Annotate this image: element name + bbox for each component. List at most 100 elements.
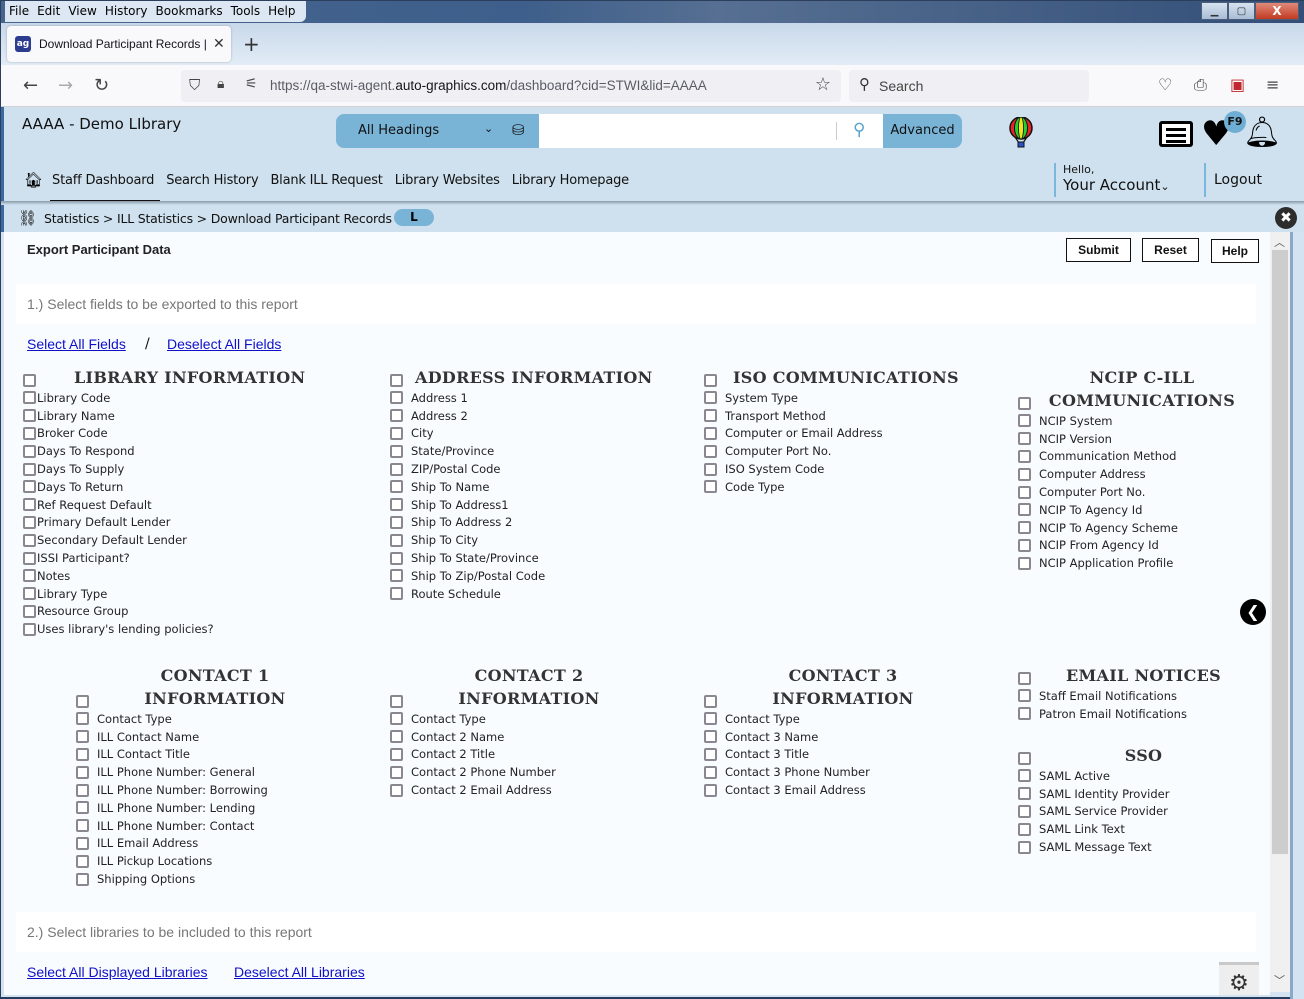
group-checkbox-iso[interactable] bbox=[704, 374, 717, 387]
field-checkbox[interactable] bbox=[1018, 503, 1031, 517]
field-checkbox[interactable] bbox=[390, 409, 403, 423]
field-checkbox[interactable] bbox=[23, 462, 36, 476]
field-checkbox[interactable] bbox=[390, 551, 403, 565]
list-icon[interactable] bbox=[1159, 121, 1193, 147]
window-close-button[interactable]: X bbox=[1255, 2, 1299, 20]
field-checkbox[interactable] bbox=[704, 409, 717, 423]
field-checkbox[interactable] bbox=[390, 747, 403, 761]
breadcrumb-pill[interactable]: L bbox=[394, 209, 434, 226]
field-checkbox[interactable] bbox=[76, 872, 89, 886]
field-option[interactable]: Library Type bbox=[23, 585, 363, 603]
field-checkbox[interactable] bbox=[390, 783, 403, 797]
field-checkbox[interactable] bbox=[1018, 521, 1031, 535]
tab-close-icon[interactable]: ✕ bbox=[213, 36, 225, 52]
field-option[interactable]: Contact 2 Phone Number bbox=[390, 763, 690, 781]
settings-gear-icon[interactable]: ⚙ bbox=[1219, 962, 1259, 995]
menu-edit[interactable]: Edit bbox=[33, 1, 64, 22]
field-option[interactable]: ILL Phone Number: Contact bbox=[76, 817, 376, 835]
field-checkbox[interactable] bbox=[1018, 538, 1031, 552]
field-checkbox[interactable] bbox=[390, 730, 403, 744]
help-button[interactable]: Help bbox=[1211, 239, 1259, 263]
hot-air-balloon-icon[interactable] bbox=[1009, 117, 1033, 149]
content-scrollbar[interactable]: ︿ ﹀ bbox=[1270, 232, 1290, 992]
field-checkbox[interactable] bbox=[390, 765, 403, 779]
collapse-panel-chevron-left-icon[interactable]: ❮ bbox=[1240, 599, 1266, 625]
field-checkbox[interactable] bbox=[390, 391, 403, 405]
field-checkbox[interactable] bbox=[1018, 840, 1031, 854]
field-option[interactable]: Contact 3 Title bbox=[704, 746, 1004, 764]
field-option[interactable]: Broker Code bbox=[23, 425, 363, 443]
scroll-down-icon[interactable]: ﹀ bbox=[1274, 972, 1285, 988]
field-option[interactable]: Ship To State/Province bbox=[390, 549, 690, 567]
field-option[interactable]: Transport Method bbox=[704, 407, 1004, 425]
field-option[interactable]: Secondary Default Lender bbox=[23, 531, 363, 549]
deselect-all-libraries-link[interactable]: Deselect All Libraries bbox=[234, 964, 365, 980]
forward-icon[interactable]: → bbox=[58, 75, 73, 96]
browser-tab-active[interactable]: ag Download Participant Records | Aut ✕ bbox=[7, 26, 231, 62]
field-option[interactable]: Contact 3 Name bbox=[704, 728, 1004, 746]
group-checkbox-email[interactable] bbox=[1018, 672, 1031, 685]
field-option[interactable]: Ship To Name bbox=[390, 478, 690, 496]
field-option[interactable]: Primary Default Lender bbox=[23, 514, 363, 532]
scroll-up-icon[interactable]: ︿ bbox=[1274, 234, 1285, 250]
field-option[interactable]: Ship To Address1 bbox=[390, 496, 690, 514]
menu-file[interactable]: File bbox=[5, 1, 33, 22]
field-checkbox[interactable] bbox=[1018, 449, 1031, 463]
field-checkbox[interactable] bbox=[1018, 707, 1031, 721]
chevron-down-icon[interactable]: ⌄ bbox=[1160, 180, 1169, 193]
field-checkbox[interactable] bbox=[1018, 432, 1031, 446]
field-option[interactable]: Days To Return bbox=[23, 478, 363, 496]
field-option[interactable]: Computer Port No. bbox=[1018, 483, 1258, 501]
menu-view[interactable]: View bbox=[64, 1, 100, 22]
field-checkbox[interactable] bbox=[23, 569, 36, 583]
permissions-icon[interactable]: ⚟ bbox=[245, 76, 258, 92]
url-text[interactable]: https://qa-stwi-agent.auto-graphics.com/… bbox=[270, 78, 707, 93]
field-option[interactable]: ILL Email Address bbox=[76, 835, 376, 853]
close-page-icon[interactable]: ✖ bbox=[1275, 207, 1297, 229]
field-option[interactable]: Contact Type bbox=[704, 710, 1004, 728]
nav-library-websites[interactable]: Library Websites bbox=[395, 173, 500, 188]
field-checkbox[interactable] bbox=[76, 712, 89, 726]
search-icon[interactable]: ⚲ bbox=[853, 120, 865, 140]
field-checkbox[interactable] bbox=[1018, 556, 1031, 570]
reload-icon[interactable]: ↻ bbox=[94, 75, 109, 96]
menu-tools[interactable]: Tools bbox=[227, 1, 265, 22]
field-option[interactable]: NCIP System bbox=[1018, 412, 1258, 430]
home-icon[interactable]: 🏠︎ bbox=[24, 171, 43, 189]
database-icon[interactable]: ⛁ bbox=[512, 121, 525, 139]
field-checkbox[interactable] bbox=[1018, 804, 1031, 818]
field-option[interactable]: Computer Address bbox=[1018, 465, 1258, 483]
field-checkbox[interactable] bbox=[390, 462, 403, 476]
field-checkbox[interactable] bbox=[23, 480, 36, 494]
field-checkbox[interactable] bbox=[704, 480, 717, 494]
select-all-libraries-link[interactable]: Select All Displayed Libraries bbox=[27, 964, 208, 980]
field-option[interactable]: Computer or Email Address bbox=[704, 425, 1004, 443]
field-option[interactable]: Library Code bbox=[23, 389, 363, 407]
field-checkbox[interactable] bbox=[390, 444, 403, 458]
nav-search-history[interactable]: Search History bbox=[166, 173, 258, 188]
field-checkbox[interactable] bbox=[390, 587, 403, 601]
field-option[interactable]: Contact 2 Name bbox=[390, 728, 690, 746]
field-option[interactable]: SAML Link Text bbox=[1018, 820, 1258, 838]
field-checkbox[interactable] bbox=[704, 730, 717, 744]
field-checkbox[interactable] bbox=[1018, 414, 1031, 428]
field-option[interactable]: NCIP Version bbox=[1018, 430, 1258, 448]
field-checkbox[interactable] bbox=[23, 622, 36, 636]
field-checkbox[interactable] bbox=[76, 730, 89, 744]
scrollbar-thumb[interactable] bbox=[1272, 250, 1288, 854]
field-checkbox[interactable] bbox=[23, 409, 36, 423]
field-checkbox[interactable] bbox=[76, 819, 89, 833]
field-option[interactable]: Ship To City bbox=[390, 531, 690, 549]
field-option[interactable]: Contact 3 Phone Number bbox=[704, 763, 1004, 781]
field-option[interactable]: NCIP To Agency Scheme bbox=[1018, 519, 1258, 537]
field-checkbox[interactable] bbox=[23, 587, 36, 601]
field-checkbox[interactable] bbox=[23, 533, 36, 547]
field-option[interactable]: ILL Contact Title bbox=[76, 746, 376, 764]
field-option[interactable]: Contact Type bbox=[390, 710, 690, 728]
field-option[interactable]: ILL Pickup Locations bbox=[76, 852, 376, 870]
lock-icon[interactable]: 🔒︎ bbox=[217, 76, 224, 92]
field-checkbox[interactable] bbox=[704, 444, 717, 458]
field-checkbox[interactable] bbox=[390, 569, 403, 583]
breadcrumb-path[interactable]: Statistics > ILL Statistics > Download P… bbox=[44, 211, 392, 226]
field-option[interactable]: Shipping Options bbox=[76, 870, 376, 888]
